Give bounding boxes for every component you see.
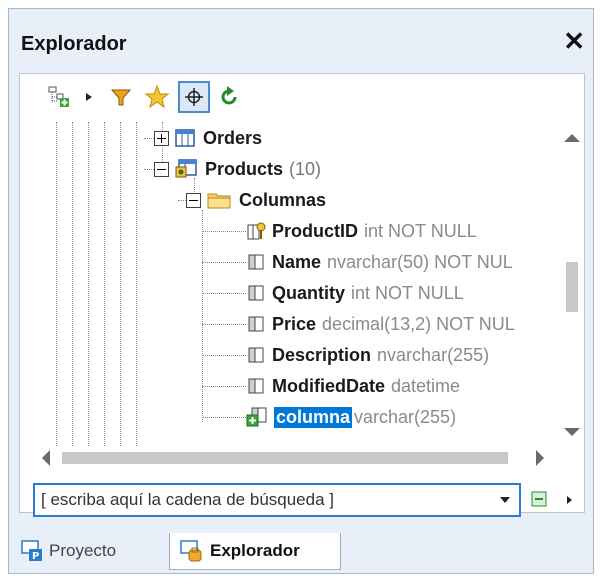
table-with-icon xyxy=(175,159,197,179)
column-icon xyxy=(246,376,266,396)
column-name: Description xyxy=(272,344,372,365)
title-bar: Explorador ✕ xyxy=(9,9,593,73)
horizontal-scrollbar[interactable] xyxy=(20,446,560,470)
column-type: datetime xyxy=(391,375,461,396)
close-icon[interactable]: ✕ xyxy=(563,27,585,55)
column-name: columna xyxy=(274,406,353,428)
scroll-right-icon[interactable] xyxy=(536,450,544,466)
column-type: int NOT NULL xyxy=(351,282,464,303)
favorites-star-icon[interactable] xyxy=(144,84,170,110)
column-type: varchar(255) xyxy=(354,406,457,427)
collapse-toggle-icon[interactable] xyxy=(186,192,201,208)
toolbar xyxy=(20,74,584,120)
folder-icon xyxy=(207,191,231,209)
node-label: Products xyxy=(205,158,284,179)
primary-key-column-icon xyxy=(246,221,266,241)
column-type: decimal(13,2) NOT NUL xyxy=(322,313,515,334)
tree-guide-line xyxy=(88,122,89,446)
tree-node-products[interactable]: Products (10) xyxy=(144,154,322,184)
tree-guide-line xyxy=(72,122,73,446)
search-placeholder: [ escriba aquí la cadena de búsqueda ] xyxy=(41,490,334,509)
table-icon xyxy=(175,129,195,147)
column-type: nvarchar(255) xyxy=(377,344,490,365)
column-name: ProductID xyxy=(272,220,359,241)
tree-guide-line xyxy=(136,122,137,446)
column-type: int NOT NULL xyxy=(364,220,477,241)
expand-arrow-icon[interactable] xyxy=(82,84,96,110)
explorer-icon xyxy=(180,540,204,562)
scroll-left-icon[interactable] xyxy=(42,450,50,466)
column-name: Name xyxy=(272,251,322,272)
explorer-pane: Orders Products (10) Columnas ProductID … xyxy=(19,73,585,513)
column-icon xyxy=(246,283,266,303)
project-icon: P xyxy=(21,540,45,562)
scroll-thumb[interactable] xyxy=(566,262,578,312)
tab-label: Explorador xyxy=(210,541,300,560)
column-name: ModifiedDate xyxy=(272,375,386,396)
scroll-down-icon[interactable] xyxy=(564,428,580,436)
tab-proyecto[interactable]: P Proyecto xyxy=(17,533,167,569)
chevron-down-icon[interactable] xyxy=(495,489,515,511)
explorer-window: Explorador ✕ Orders Products (10) Column… xyxy=(8,8,594,574)
node-count: (10) xyxy=(289,158,322,179)
collapse-toggle-icon[interactable] xyxy=(154,161,169,177)
database-tree[interactable]: Orders Products (10) Columnas ProductID … xyxy=(20,122,560,446)
tree-node-orders[interactable]: Orders xyxy=(144,123,263,153)
filter-icon[interactable] xyxy=(108,84,134,110)
node-label: Orders xyxy=(203,127,263,148)
scroll-up-icon[interactable] xyxy=(564,134,580,142)
search-input[interactable]: [ escriba aquí la cadena de búsqueda ] xyxy=(33,483,521,517)
tab-explorador[interactable]: Explorador xyxy=(169,533,341,570)
tree-node-column[interactable]: ProductID int NOT NULL xyxy=(202,216,477,246)
node-label: Columnas xyxy=(239,189,327,210)
expand-arrow-icon[interactable] xyxy=(563,493,575,507)
tree-guide-line xyxy=(120,122,121,446)
add-object-icon[interactable] xyxy=(46,84,72,110)
column-icon xyxy=(246,314,266,334)
bottom-tabs: P Proyecto Explorador xyxy=(9,533,593,575)
tree-node-columns-folder[interactable]: Columnas xyxy=(178,185,327,215)
tree-node-column[interactable]: Price decimal(13,2) NOT NUL xyxy=(202,309,515,339)
tree-node-column[interactable]: ModifiedDate datetime xyxy=(202,371,460,401)
scroll-thumb[interactable] xyxy=(62,452,508,464)
column-type: nvarchar(50) NOT NUL xyxy=(327,251,513,272)
refresh-icon[interactable] xyxy=(216,84,242,110)
search-options-icon[interactable] xyxy=(529,489,549,509)
vertical-scrollbar[interactable] xyxy=(560,122,584,446)
tree-guide-line xyxy=(104,122,105,446)
column-icon xyxy=(246,252,266,272)
tree-guide-line xyxy=(56,122,57,446)
column-name: Quantity xyxy=(272,282,346,303)
tree-node-column[interactable]: Description nvarchar(255) xyxy=(202,340,489,370)
tree-node-column[interactable]: Quantity int NOT NULL xyxy=(202,278,464,308)
locate-crosshair-icon[interactable] xyxy=(178,81,210,113)
tree-node-column[interactable]: Name nvarchar(50) NOT NUL xyxy=(202,247,513,277)
new-column-icon xyxy=(246,406,268,428)
tree-node-column-selected[interactable]: columna varchar(255) xyxy=(202,402,456,432)
tab-label: Proyecto xyxy=(49,541,117,560)
column-icon xyxy=(246,345,266,365)
window-title: Explorador xyxy=(21,33,127,55)
svg-text:P: P xyxy=(32,551,39,562)
expand-toggle-icon[interactable] xyxy=(154,130,169,146)
column-name: Price xyxy=(272,313,317,334)
